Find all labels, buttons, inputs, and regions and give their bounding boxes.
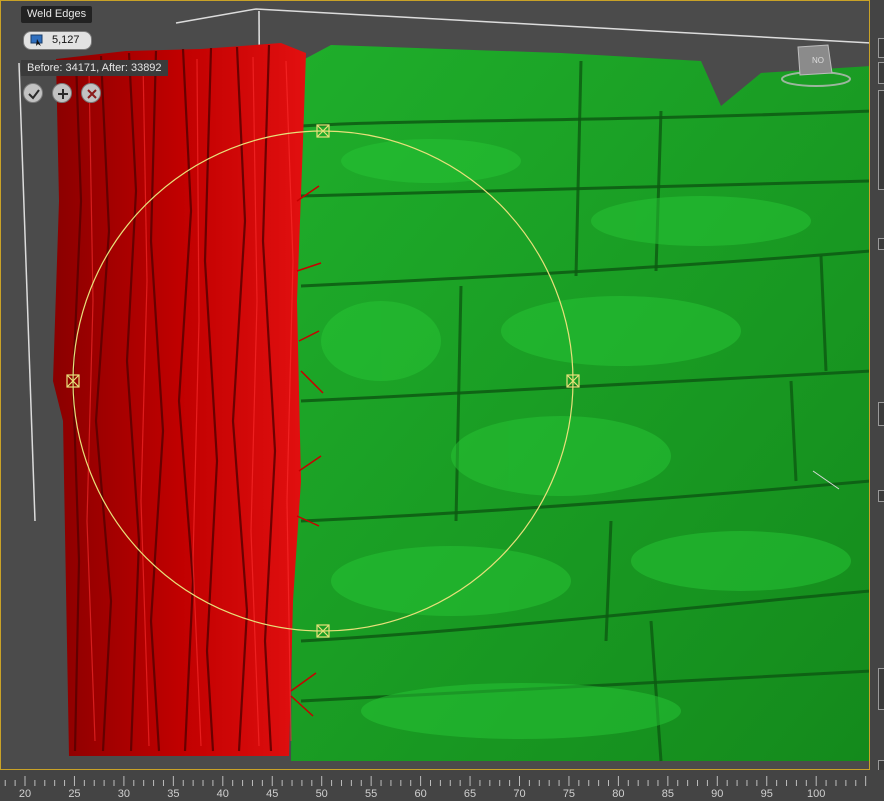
- weld-threshold-value: 5,127: [52, 34, 80, 46]
- panel-list[interactable]: [878, 90, 884, 190]
- ruler-tick-label: 50: [315, 788, 328, 800]
- ruler-tick-label: 90: [711, 788, 724, 800]
- checkmark-icon: [28, 89, 40, 100]
- ruler-tick-label: 30: [117, 788, 131, 800]
- panel-divider: [878, 490, 884, 502]
- ruler-tick-label: 60: [414, 788, 427, 800]
- ok-button[interactable]: [23, 83, 43, 103]
- ruler-tick-label: 55: [365, 788, 378, 800]
- viewport[interactable]: NO Weld Edges 5,127 Before: 34171, After…: [0, 0, 870, 770]
- plus-icon: [58, 89, 68, 99]
- viewcube-label: NO: [812, 56, 824, 65]
- green-wall-mesh: [291, 45, 869, 762]
- scene-canvas[interactable]: [1, 1, 870, 770]
- command-panel-edge: [870, 0, 884, 772]
- panel-field[interactable]: [878, 38, 884, 58]
- ruler-tick-label: 20: [18, 788, 32, 800]
- ruler-tick-label: 65: [463, 788, 477, 800]
- viewcube[interactable]: NO: [776, 41, 856, 91]
- panel-divider: [878, 238, 884, 250]
- red-bark-mesh: [53, 43, 324, 756]
- caddy-info-text: Before: 34171, After: 33892: [21, 60, 168, 76]
- panel-field[interactable]: [878, 62, 884, 84]
- ruler-tick-label: 40: [216, 788, 229, 800]
- ruler-tick-label: 85: [661, 788, 674, 800]
- weld-threshold-field[interactable]: 5,127: [23, 31, 92, 50]
- panel-scroll-handle[interactable]: [878, 402, 884, 426]
- ruler-tick-label: 25: [68, 788, 81, 800]
- ruler-tick-label: 80: [612, 788, 625, 800]
- cancel-button[interactable]: [81, 83, 101, 103]
- timeline-ruler[interactable]: [0, 770, 884, 801]
- apply-button[interactable]: [52, 83, 72, 103]
- ruler-tick-label: 35: [167, 788, 180, 800]
- close-icon: [87, 89, 97, 99]
- ruler-tick-label: 45: [266, 788, 279, 800]
- spinner-icon: [30, 34, 44, 47]
- ruler-tick-label: 70: [513, 788, 526, 800]
- ruler-tick-label: 75: [562, 788, 576, 800]
- caddy-title: Weld Edges: [21, 6, 93, 23]
- ruler-tick-label: 95: [760, 788, 773, 800]
- ruler-tick-label: 100: [807, 788, 826, 800]
- panel-field[interactable]: [878, 668, 884, 710]
